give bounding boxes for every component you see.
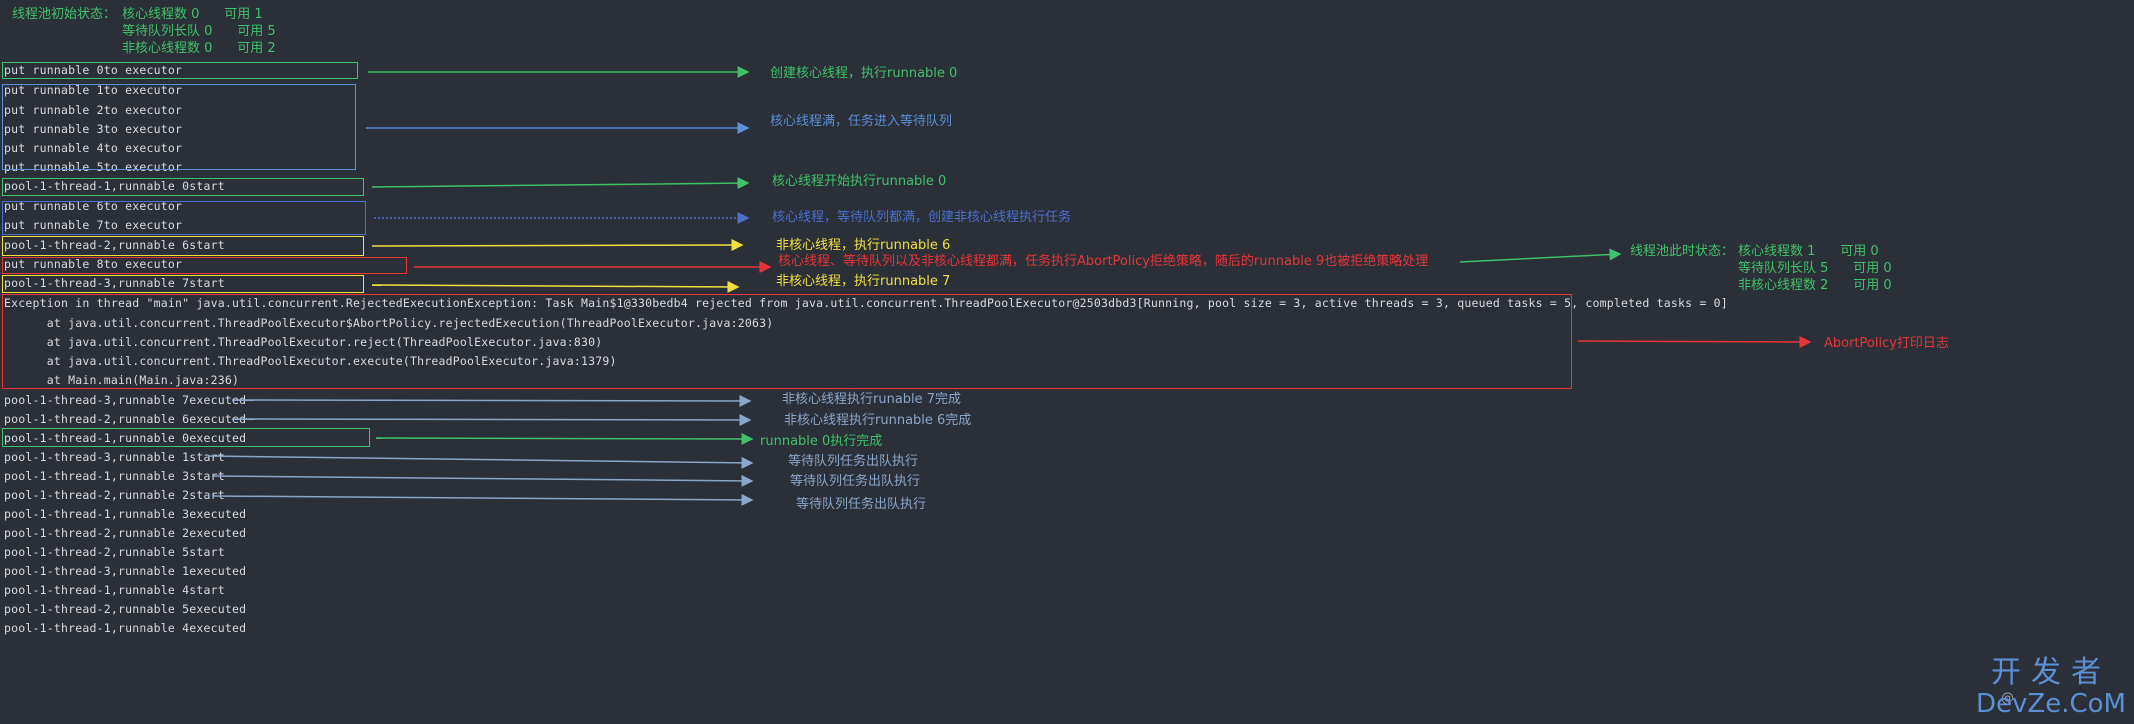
arrow (1577, 335, 1812, 348)
annotation-note: 非核心线程，执行runnable 7 (776, 274, 951, 289)
arrow (231, 394, 752, 407)
arrow (211, 493, 754, 506)
watermark-en: DevZe.CoM (1976, 689, 2126, 719)
current-state-line: 等待队列长队 5 可用 0 (1738, 261, 1892, 276)
annotation-note: 创建核心线程，执行runnable 0 (770, 66, 958, 81)
annotation-note: 核心线程开始执行runnable 0 (772, 174, 947, 189)
current-state-label: 线程池此时状态： (1630, 244, 1735, 259)
annotation-note: runnable 0执行完成 (760, 434, 883, 449)
annotation-note: 等待队列任务出队执行 (788, 454, 919, 469)
watermark-cn: 开发者 (1991, 655, 2111, 690)
arrow (1459, 248, 1622, 263)
current-state-line: 非核心线程数 2 可用 0 (1738, 278, 1892, 293)
arrow (371, 177, 750, 190)
annotation-note: 等待队列任务出队执行 (796, 497, 927, 512)
arrow (375, 432, 754, 445)
arrow (371, 280, 740, 293)
annotation-note: 核心线程满，任务进入等待队列 (770, 114, 953, 129)
arrow (211, 474, 754, 487)
arrow (231, 413, 752, 426)
annotation-note: 等待队列任务出队执行 (790, 474, 921, 489)
annotation-note: 核心线程、等待队列以及非核心线程都满，任务执行AbortPolicy拒绝策略，随… (778, 254, 1429, 269)
annotation-note: 核心线程，等待队列都满，创建非核心线程执行任务 (772, 210, 1072, 225)
watermark-logo: 开发者 DevZe.CoM (1976, 655, 2126, 719)
arrow (371, 239, 744, 252)
current-state-line: 核心线程数 1 可用 0 (1738, 244, 1879, 259)
annotation-note: 非核心线程执行runable 7完成 (782, 392, 962, 407)
arrow (207, 455, 754, 469)
annotation-note: 非核心线程，执行runnable 6 (776, 238, 951, 253)
arrows (207, 66, 1812, 506)
annotation-note: AbortPolicy打印日志 (1824, 336, 1949, 351)
annotation-note: 非核心线程执行runnable 6完成 (784, 413, 972, 428)
